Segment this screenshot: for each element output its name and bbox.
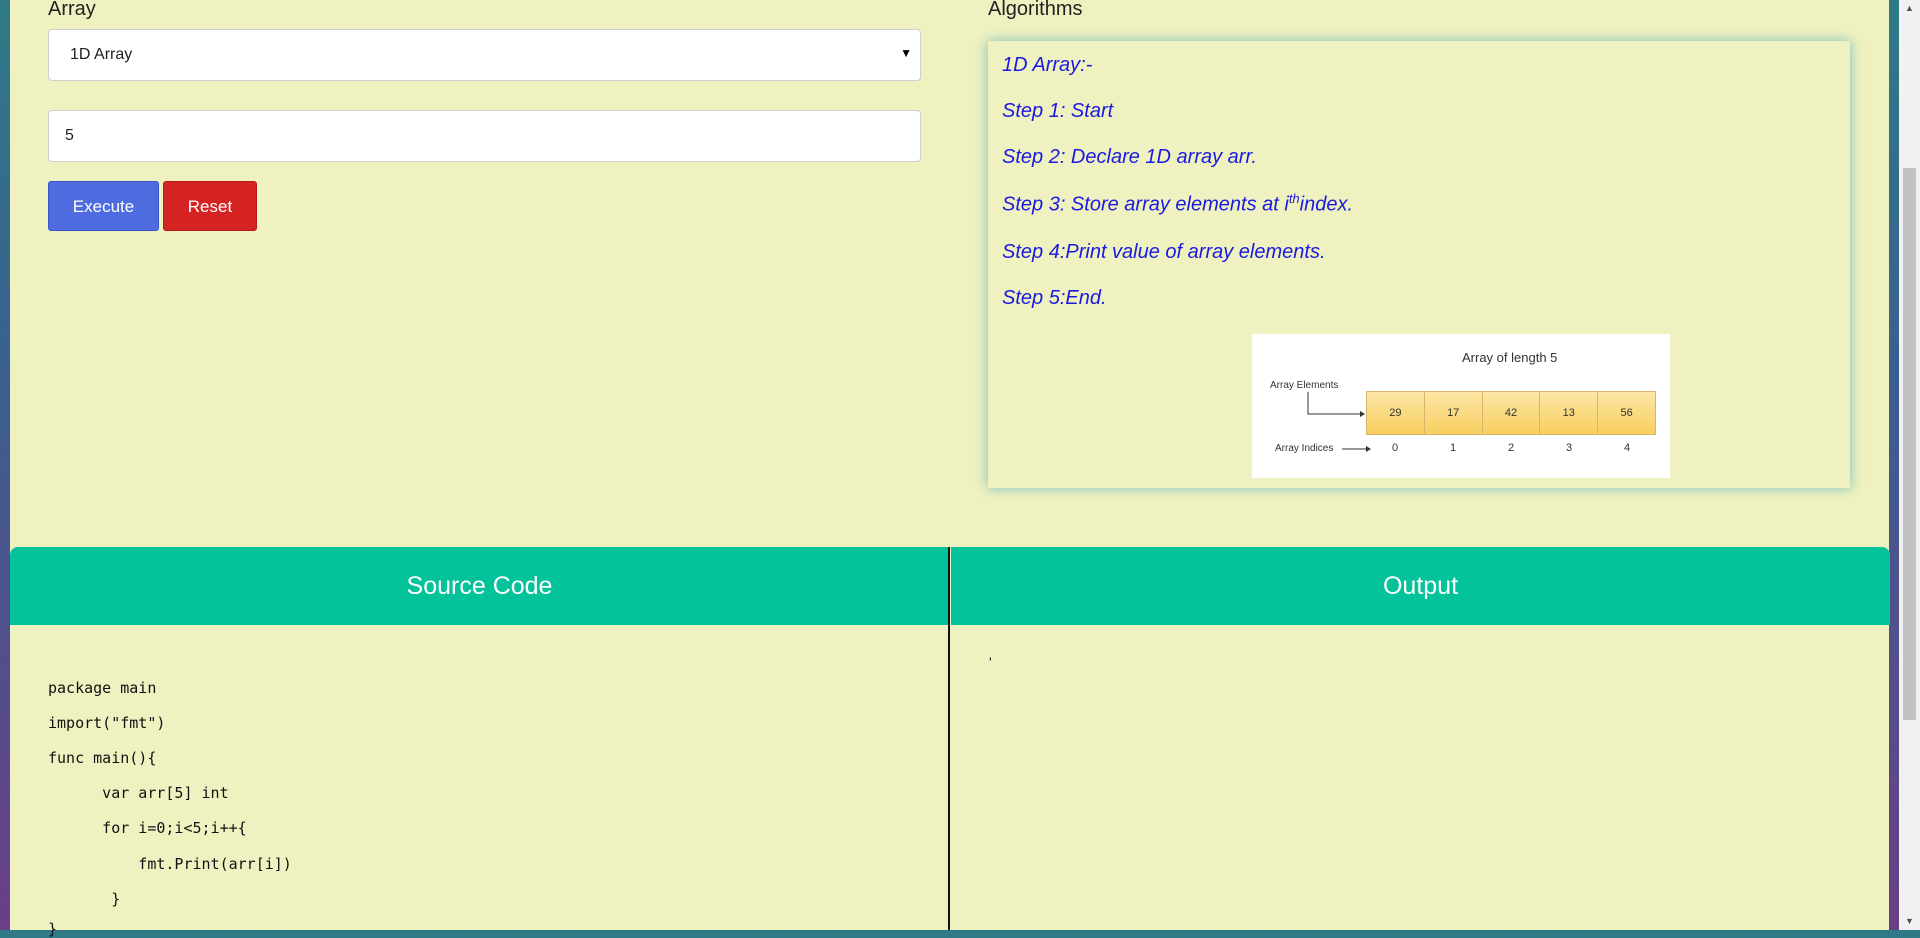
array-type-select-value: 1D Array [70,46,133,63]
algorithm-step-2: Step 2: Declare 1D array arr. [1002,146,1257,168]
vertical-scrollbar[interactable]: ▲ ▼ [1899,0,1920,930]
output-text: ' [989,654,992,670]
code-line: var arr[5] int [48,784,229,802]
code-line: package main [48,679,157,697]
code-line: for i=0;i<5;i++{ [48,819,247,837]
algorithms-label: Algorithms [988,0,1083,20]
array-cell: 17 [1424,392,1483,434]
chevron-down-icon: ▼ [900,46,912,60]
step-3-prefix: Step 3: Store array elements at i [1002,193,1289,216]
array-label: Array [48,0,96,20]
algorithm-step-5: Step 5:End. [1002,287,1107,309]
array-cell: 42 [1482,392,1541,434]
array-index: 3 [1565,442,1573,454]
source-code-header: Source Code [10,547,949,625]
code-line: } [48,920,58,938]
array-index: 4 [1623,442,1631,454]
code-line: } [48,890,121,908]
algorithm-step-3: Step 3: Store array elements at ithindex… [1002,191,1353,217]
step-3-superscript: th [1288,191,1300,206]
algorithm-title: 1D Array:- [1002,54,1093,76]
elements-arrow-icon [1307,392,1365,417]
code-line: func main(){ [48,749,157,767]
array-cell: 13 [1540,392,1599,434]
array-diagram-image: Array of length 5 Array Elements 29 17 4… [1252,334,1670,478]
diagram-title: Array of length 5 [1462,350,1558,365]
code-line: fmt.Print(arr[i]) [48,855,292,873]
scrollbar-thumb[interactable] [1903,168,1916,720]
algorithm-card: 1D Array:- Step 1: Start Step 2: Declare… [988,41,1850,488]
array-index: 0 [1391,442,1399,454]
execute-button[interactable]: Execute [48,181,159,231]
scroll-up-icon[interactable]: ▲ [1905,3,1914,13]
reset-button[interactable]: Reset [163,181,257,231]
algorithm-step-1: Step 1: Start [1002,100,1114,122]
diagram-indices-label: Array Indices [1275,443,1334,454]
array-indices: 0 1 2 3 4 [1366,442,1656,454]
array-cells: 29 17 42 13 56 [1366,391,1656,435]
code-line: import("fmt") [48,714,166,732]
array-index: 2 [1507,442,1515,454]
diagram-elements-label: Array Elements [1270,380,1339,391]
step-3-suffix: index. [1299,193,1354,216]
array-type-select[interactable]: 1D Array ▼ [48,29,921,81]
array-cell: 56 [1598,392,1655,434]
algorithm-step-4: Step 4:Print value of array elements. [1002,241,1326,263]
output-header: Output [951,547,1890,625]
panel-divider [948,547,950,930]
array-index: 1 [1449,442,1457,454]
scroll-down-icon[interactable]: ▼ [1905,916,1914,926]
array-cell: 29 [1367,392,1425,434]
array-size-input[interactable]: 5 [48,110,921,162]
